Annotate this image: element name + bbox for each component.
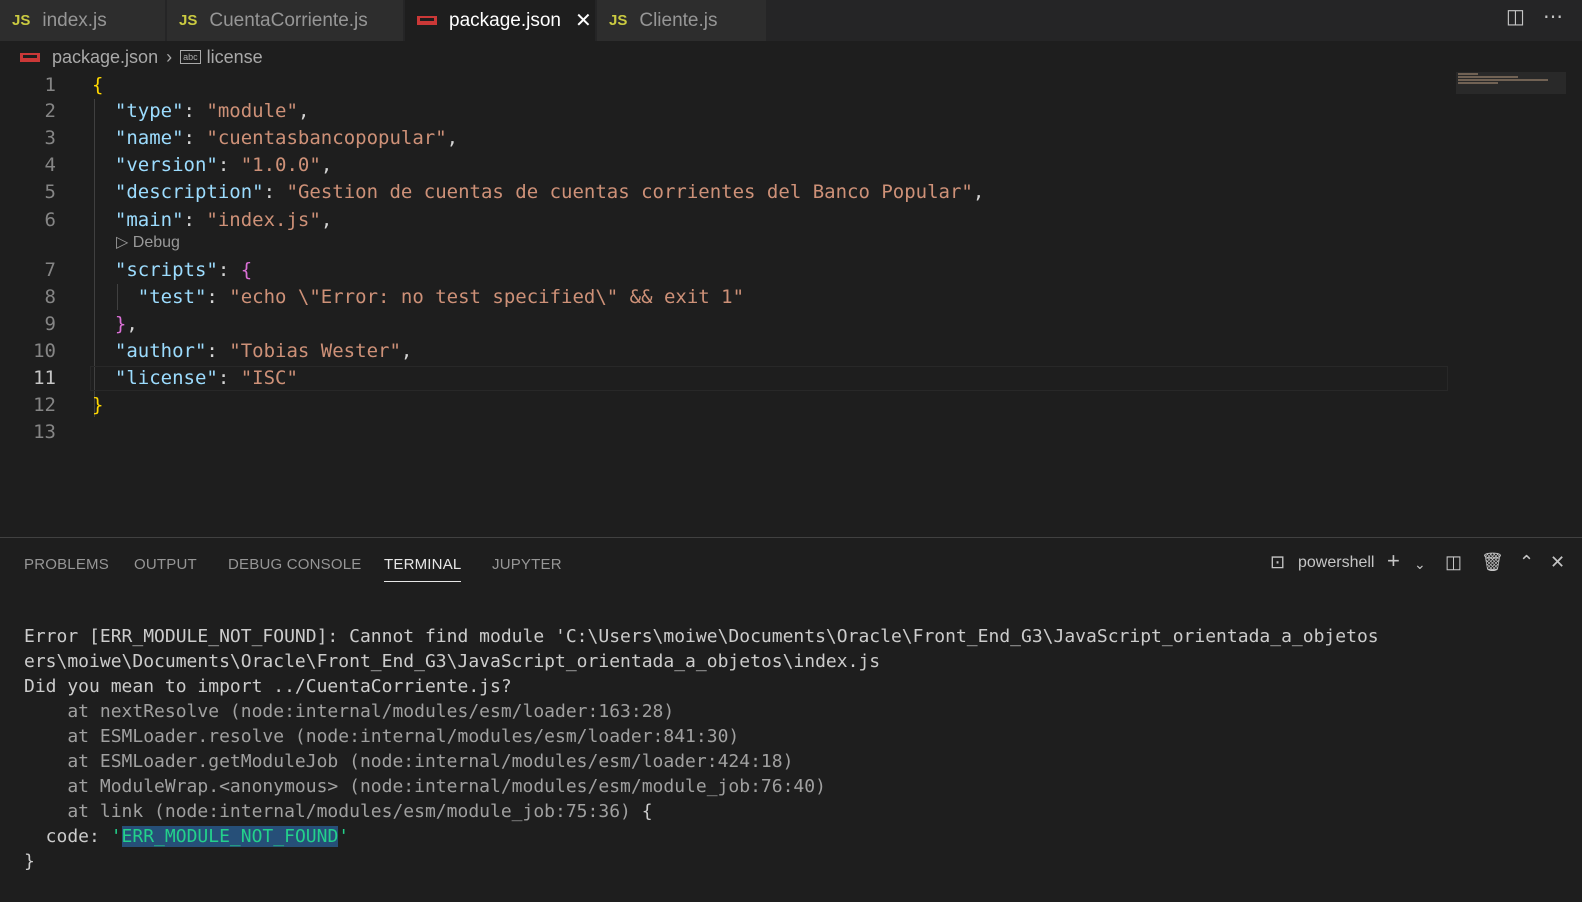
json-key: "scripts"	[114, 259, 218, 281]
line-number: 6	[44, 209, 56, 231]
json-value: "module"	[206, 100, 298, 122]
line-number: 7	[44, 259, 56, 281]
terminal-line: Did you mean to import ../CuentaCorrient…	[24, 676, 512, 697]
code-token: }	[114, 313, 127, 335]
tab-label: index.js	[42, 9, 107, 31]
bottom-panel: PROBLEMS OUTPUT DEBUG CONSOLE TERMINAL J…	[0, 537, 1582, 902]
npm-file-icon	[20, 52, 40, 62]
terminal-line: at link (node:internal/modules/esm/modul…	[24, 801, 642, 822]
json-key: "name"	[114, 127, 184, 149]
tab-index-js[interactable]: JS index.js	[0, 0, 166, 41]
play-icon: ▷	[116, 234, 129, 251]
tab-problems[interactable]: PROBLEMS	[24, 556, 109, 573]
terminal-code-label: code:	[24, 826, 111, 847]
json-key: "test"	[137, 286, 207, 308]
json-key: "type"	[114, 100, 184, 122]
line-number: 8	[44, 286, 56, 308]
line-number: 5	[44, 181, 56, 203]
line-number: 13	[33, 421, 56, 443]
tab-label: Cliente.js	[639, 9, 718, 31]
tab-jupyter[interactable]: JUPYTER	[492, 556, 562, 573]
new-terminal-icon[interactable]: +	[1387, 548, 1400, 574]
tab-cliente-js[interactable]: JS Cliente.js	[597, 0, 767, 41]
code-token: }	[92, 394, 104, 416]
chevron-up-icon[interactable]: ⌃	[1519, 552, 1534, 573]
json-value: "Gestion de cuentas de cuentas corriente…	[286, 181, 973, 203]
tab-debug-console[interactable]: DEBUG CONSOLE	[228, 556, 361, 573]
close-icon[interactable]: ✕	[575, 8, 592, 33]
terminal-icon: ⊡	[1270, 552, 1286, 572]
tab-package-json[interactable]: package.json ✕	[405, 0, 596, 41]
json-value: "cuentasbancopopular"	[206, 127, 447, 149]
tab-label: CuentaCorriente.js	[209, 9, 368, 31]
breadcrumb-file[interactable]: package.json	[52, 47, 158, 68]
chevron-down-icon[interactable]: ⌄	[1414, 556, 1426, 573]
line-number: 11	[33, 367, 56, 389]
terminal-shell-label[interactable]: powershell	[1298, 554, 1374, 572]
terminal-line: ers\moiwe\Documents\Oracle\Front_End_G3\…	[24, 651, 881, 672]
terminal-line: at nextResolve (node:internal/modules/es…	[24, 701, 675, 722]
trash-icon[interactable]: 🗑	[1481, 552, 1504, 573]
more-actions-icon[interactable]: ⋯	[1543, 4, 1563, 29]
string-symbol-icon: abc	[180, 50, 201, 64]
split-terminal-icon[interactable]: ◫	[1445, 552, 1462, 573]
debug-codelens[interactable]: ▷ Debug	[116, 232, 180, 252]
npm-file-icon	[417, 16, 437, 25]
tab-label: package.json	[449, 9, 561, 31]
line-number: 10	[33, 340, 56, 362]
json-value: "ISC"	[240, 367, 298, 389]
codelens-label: Debug	[132, 234, 180, 251]
minimap[interactable]	[1456, 72, 1566, 94]
chevron-right-icon: ›	[166, 46, 173, 67]
tab-terminal[interactable]: TERMINAL	[384, 556, 462, 582]
line-number: 2	[44, 100, 56, 122]
json-value: "echo \"Error: no test specified\" && ex…	[229, 286, 745, 308]
code-editor[interactable]: 1{ 2 "type": "module", 3 "name": "cuenta…	[0, 72, 1452, 532]
json-value: "Tobias Wester"	[229, 340, 401, 362]
code-token: {	[92, 74, 104, 96]
tab-output[interactable]: OUTPUT	[134, 556, 197, 573]
json-key: "version"	[114, 154, 218, 176]
line-number: 1	[44, 74, 56, 96]
close-panel-icon[interactable]: ✕	[1550, 552, 1565, 573]
js-file-icon: JS	[12, 12, 31, 29]
terminal-brace: {	[641, 801, 653, 822]
line-number: 12	[33, 394, 56, 416]
terminal-line: at ESMLoader.getModuleJob (node:internal…	[24, 751, 794, 772]
json-key: "author"	[114, 340, 207, 362]
breadcrumb: package.json › abc license	[20, 44, 263, 70]
json-key: "description"	[114, 181, 264, 203]
terminal-line: at ESMLoader.resolve (node:internal/modu…	[24, 726, 740, 747]
code-token: {	[240, 259, 253, 281]
terminal-line: }	[24, 851, 35, 872]
line-number: 3	[44, 127, 56, 149]
split-editor-icon[interactable]: ◫	[1506, 4, 1525, 29]
json-key: "main"	[114, 209, 184, 231]
tab-cuentacorriente-js[interactable]: JS CuentaCorriente.js	[167, 0, 404, 41]
terminal-line: at ModuleWrap.<anonymous> (node:internal…	[24, 776, 826, 797]
json-value: "1.0.0"	[240, 154, 321, 176]
selected-error-code: ERR_MODULE_NOT_FOUND	[121, 826, 339, 847]
json-value: "index.js"	[206, 209, 321, 231]
editor-tab-bar: JS index.js JS CuentaCorriente.js packag…	[0, 0, 1582, 41]
line-number: 9	[44, 313, 56, 335]
js-file-icon: JS	[179, 12, 198, 29]
js-file-icon: JS	[609, 12, 628, 29]
line-number: 4	[44, 154, 56, 176]
json-key: "license"	[114, 367, 218, 389]
breadcrumb-symbol[interactable]: license	[207, 47, 263, 68]
terminal-line: Error [ERR_MODULE_NOT_FOUND]: Cannot fin…	[24, 626, 1379, 647]
